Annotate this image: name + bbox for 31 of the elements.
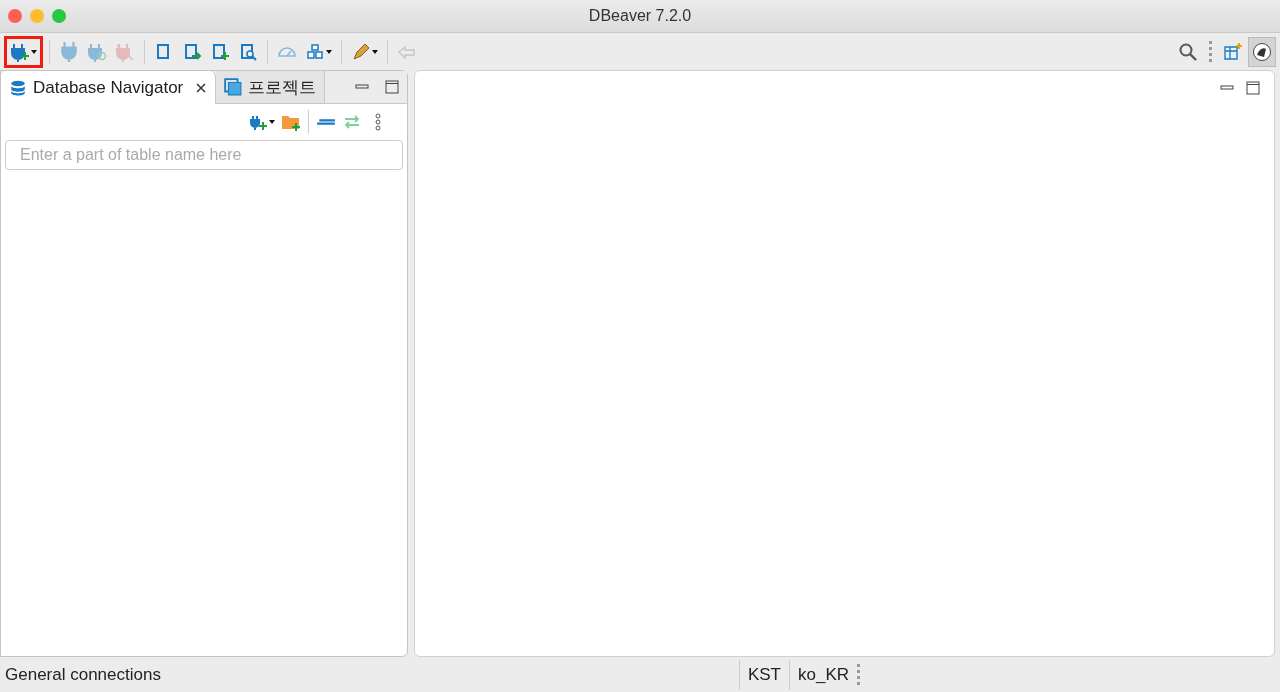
status-text: General connections (4, 664, 161, 685)
new-script-icon (210, 41, 230, 62)
search-script-icon (238, 41, 258, 62)
new-connection-icon (10, 41, 30, 62)
close-button[interactable] (8, 9, 22, 23)
maximize-icon[interactable] (385, 80, 399, 94)
dbeaver-perspective-button[interactable] (1248, 36, 1276, 67)
caret-icon (372, 49, 378, 54)
panel-tab[interactable]: Database Navigator (1, 71, 217, 104)
boxes-icon (305, 41, 325, 62)
caret-icon (269, 120, 275, 124)
disconnect-icon (115, 41, 135, 62)
timezone-text: KST (738, 659, 789, 690)
panel-tab[interactable]: 프로젝트 (216, 71, 326, 103)
locale-text: ko_KR (788, 659, 857, 690)
search-icon (1178, 41, 1198, 62)
connect-icon (59, 41, 79, 62)
table-filter-field[interactable]: Enter a part of table name here (5, 140, 403, 170)
caret-icon (31, 49, 37, 54)
window-title: DBeaver 7.2.0 (588, 7, 692, 25)
table-plus-icon (1223, 41, 1243, 62)
rollback-icon (182, 41, 202, 62)
toolbar-button[interactable] (4, 35, 43, 68)
collapse-icon (316, 118, 336, 126)
maximize-icon[interactable] (1246, 81, 1260, 95)
caret-icon (326, 49, 332, 54)
database-icon (9, 78, 27, 97)
reconnect-icon (87, 41, 107, 62)
window-icon (224, 78, 243, 96)
close-icon[interactable] (195, 81, 208, 94)
pen-icon (351, 41, 371, 62)
